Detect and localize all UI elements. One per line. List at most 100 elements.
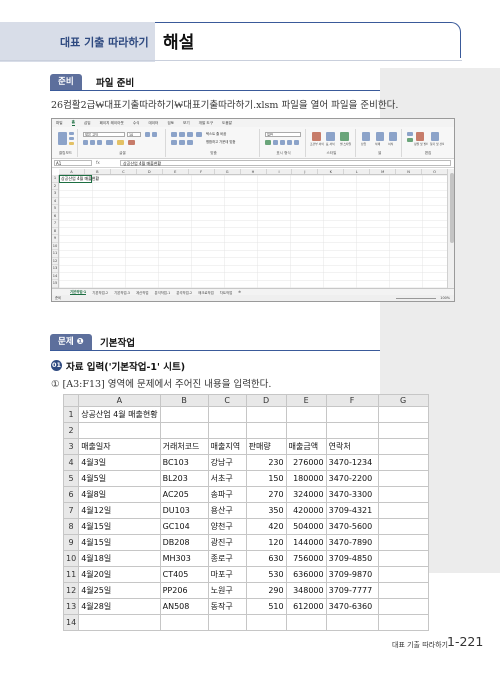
row-header[interactable]: 5	[52, 205, 58, 213]
comma-icon[interactable]	[280, 140, 285, 145]
menu-tab[interactable]: 검토	[167, 121, 174, 126]
column-header[interactable]: B	[85, 169, 111, 174]
menu-tab[interactable]: 보기	[183, 121, 190, 126]
add-sheet-icon[interactable]: ⊕	[238, 290, 241, 294]
sheet-tab[interactable]: 분석작업-2	[176, 290, 192, 295]
insert-cells-icon[interactable]	[362, 132, 370, 141]
menu-tab[interactable]: 삽입	[84, 121, 91, 126]
row-header[interactable]: 7	[52, 220, 58, 228]
fx-icon[interactable]: fx	[96, 160, 100, 166]
align-bottom-icon[interactable]	[187, 132, 193, 137]
decrease-decimal-icon[interactable]	[294, 140, 299, 145]
vertical-scrollbar[interactable]	[447, 169, 454, 290]
sheet-tab[interactable]: 차트작업	[220, 290, 232, 295]
italic-icon[interactable]	[90, 140, 95, 145]
cell-styles-icon[interactable]	[340, 132, 349, 141]
sort-filter-label[interactable]: 정렬 및 필터	[413, 142, 428, 147]
row-header[interactable]: 14	[52, 273, 58, 280]
format-painter-icon[interactable]	[69, 142, 74, 145]
shrink-font-icon[interactable]	[152, 132, 157, 137]
wrap-text-label[interactable]: 텍스트 줄 바꿈	[205, 132, 255, 137]
find-select-label[interactable]: 찾기 및 선택	[429, 142, 444, 147]
row-header[interactable]: 15	[52, 280, 58, 288]
row-header[interactable]: 1	[52, 175, 58, 183]
row-header[interactable]: 10	[52, 243, 58, 250]
row-header[interactable]: 6	[52, 213, 58, 220]
zoom-slider[interactable]	[396, 297, 436, 299]
cut-icon[interactable]	[69, 132, 74, 135]
menu-tab[interactable]: 파일	[56, 121, 63, 126]
align-top-icon[interactable]	[171, 132, 177, 137]
row-header[interactable]: 9	[52, 235, 58, 243]
align-left-icon[interactable]	[171, 140, 177, 145]
sheet-tab[interactable]: 기본작업-2	[92, 290, 108, 295]
row-header[interactable]: 3	[52, 190, 58, 198]
percent-icon[interactable]	[273, 140, 278, 145]
column-header[interactable]: L	[344, 169, 371, 174]
font-color-icon[interactable]	[128, 140, 135, 145]
column-header[interactable]: O	[422, 169, 449, 174]
align-middle-icon[interactable]	[179, 132, 185, 137]
insert-label[interactable]: 삽입	[360, 142, 372, 147]
menu-tab[interactable]: 개발 도구	[199, 121, 213, 126]
column-header[interactable]: E	[163, 169, 189, 174]
align-center-icon[interactable]	[179, 140, 185, 145]
grow-font-icon[interactable]	[145, 132, 150, 137]
align-right-icon[interactable]	[187, 140, 193, 145]
cell-area[interactable]	[59, 175, 448, 290]
column-header[interactable]: F	[189, 169, 215, 174]
column-header[interactable]: A	[59, 169, 85, 174]
column-header[interactable]: I	[267, 169, 293, 174]
format-as-table-icon[interactable]	[326, 132, 335, 141]
sheet-tab[interactable]: 분석작업-1	[154, 290, 170, 295]
row-header[interactable]: 12	[52, 258, 58, 265]
conditional-format-label[interactable]: 조건부 서식	[309, 142, 324, 147]
sheet-tab[interactable]: 계산작업	[136, 290, 148, 295]
increase-decimal-icon[interactable]	[287, 140, 292, 145]
sheet-tab[interactable]: 기본작업-3	[114, 290, 130, 295]
column-header[interactable]: C	[111, 169, 137, 174]
underline-icon[interactable]	[97, 140, 102, 145]
fill-color-icon[interactable]	[117, 140, 124, 145]
currency-icon[interactable]	[265, 140, 271, 145]
sort-filter-icon[interactable]	[416, 132, 424, 141]
find-select-icon[interactable]	[431, 132, 439, 141]
row-header[interactable]: 11	[52, 250, 58, 258]
column-header[interactable]: G	[215, 169, 241, 174]
copy-icon[interactable]	[69, 137, 74, 140]
column-header[interactable]: N	[396, 169, 423, 174]
formula-input[interactable]: 상공산업 4월 매출현황	[120, 160, 451, 166]
number-format-box[interactable]: 일반	[265, 132, 301, 137]
delete-cells-icon[interactable]	[376, 132, 384, 141]
paste-icon[interactable]	[58, 132, 67, 145]
sheet-tab[interactable]: 매크로작업	[198, 290, 214, 295]
delete-label[interactable]: 삭제	[374, 142, 386, 147]
scrollbar-thumb[interactable]	[449, 173, 454, 243]
column-header[interactable]: K	[318, 169, 345, 174]
format-cells-icon[interactable]	[389, 132, 397, 141]
format-label[interactable]: 서식	[387, 142, 399, 147]
bold-icon[interactable]	[83, 140, 88, 145]
format-as-table-label[interactable]: 표 서식	[325, 142, 339, 147]
orientation-icon[interactable]	[196, 132, 202, 137]
conditional-format-icon[interactable]	[312, 132, 321, 141]
column-header[interactable]: H	[241, 169, 267, 174]
menu-tab[interactable]: 홈	[71, 120, 75, 126]
font-name-box[interactable]: 맑은 고딕	[83, 132, 125, 137]
border-icon[interactable]	[106, 140, 113, 145]
menu-tab[interactable]: 수식	[133, 121, 140, 126]
menu-tab[interactable]: 데이터	[148, 121, 158, 126]
menu-tab[interactable]: 도움말	[222, 121, 232, 126]
menu-tab[interactable]: 페이지 레이아웃	[100, 121, 124, 126]
row-header[interactable]: 4	[52, 198, 58, 205]
merge-center-label[interactable]: 병합하고 가운데 맞춤	[205, 140, 257, 145]
row-header[interactable]: 8	[52, 228, 58, 235]
row-header[interactable]: 13	[52, 265, 58, 273]
zoom-level[interactable]: 100%	[440, 295, 450, 301]
autosum-icon[interactable]	[407, 132, 413, 136]
column-header[interactable]: J	[292, 169, 319, 174]
name-box[interactable]: A1	[54, 160, 92, 166]
font-size-box[interactable]: 10	[127, 132, 141, 137]
column-header[interactable]: D	[137, 169, 163, 174]
column-header[interactable]: M	[370, 169, 397, 174]
